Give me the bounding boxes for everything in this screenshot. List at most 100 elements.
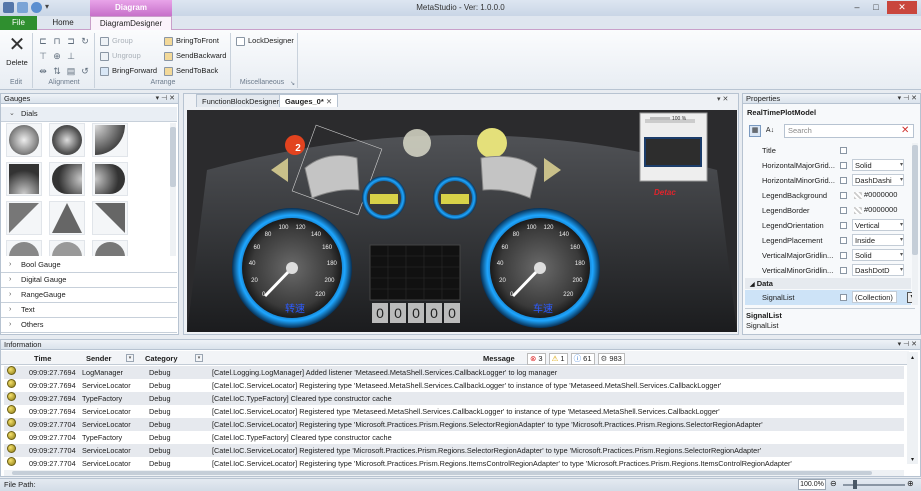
- category-range-gauge[interactable]: › RangeGauge: [1, 288, 177, 303]
- warning-filter-button[interactable]: ⚠ 1: [548, 353, 568, 365]
- property-checkbox[interactable]: [840, 294, 847, 301]
- property-row[interactable]: HorizontalMajorGrid... Solid ▾: [745, 158, 911, 173]
- property-search-input[interactable]: Search: [784, 124, 914, 138]
- property-checkbox[interactable]: [840, 147, 847, 154]
- sender-filter-icon[interactable]: ▾: [126, 354, 134, 362]
- align-middle-icon[interactable]: ⊕: [52, 51, 62, 61]
- panel-pin-icon[interactable]: ▾ ⊣ ✕: [898, 340, 917, 350]
- column-header-category[interactable]: Category: [145, 352, 178, 365]
- property-row[interactable]: LegendPlacement Inside ▾: [745, 233, 911, 248]
- property-row[interactable]: LegendOrientation Vertical ▾: [745, 218, 911, 233]
- dial-thumbnail[interactable]: [6, 240, 42, 256]
- dial-thumbnail[interactable]: [6, 123, 42, 157]
- send-to-back-button[interactable]: SendToBack: [164, 65, 218, 76]
- tab-file[interactable]: File: [0, 16, 37, 30]
- dial-thumbnail[interactable]: [92, 201, 128, 235]
- ungroup-button[interactable]: Ungroup: [100, 50, 141, 61]
- distribute-vertical-icon[interactable]: ⇅: [52, 66, 62, 76]
- panel-pin-icon[interactable]: ▾ ⊣ ✕: [898, 94, 917, 104]
- tab-diagram-designer[interactable]: DiagramDesigner: [90, 16, 172, 30]
- close-tab-icon[interactable]: ✕: [326, 97, 332, 106]
- log-row[interactable]: 09:09:27.7694 ServiceLocator Debug [Catel.I…: [4, 405, 904, 418]
- maximize-icon[interactable]: □: [867, 1, 885, 14]
- property-checkbox[interactable]: [840, 267, 847, 274]
- log-row[interactable]: 09:09:27.7704 TypeFactory Debug [Catel.IoC.…: [4, 431, 904, 444]
- property-value-select[interactable]: Solid ▾: [852, 249, 904, 261]
- zoom-out-icon[interactable]: ⊖: [830, 479, 837, 489]
- dialog-launcher-icon[interactable]: ↘: [290, 80, 295, 87]
- property-row-selected[interactable]: SignalList(Collection)▾: [745, 290, 917, 305]
- error-filter-button[interactable]: ⊗ 3: [527, 353, 546, 365]
- tab-home[interactable]: Home: [40, 16, 86, 30]
- property-checkbox[interactable]: [840, 207, 847, 214]
- property-value-select[interactable]: Vertical ▾: [852, 219, 904, 231]
- dial-thumbnail[interactable]: [92, 240, 128, 256]
- align-top-icon[interactable]: ⊤: [38, 51, 48, 61]
- info-filter-button[interactable]: ⓘ 61: [570, 353, 595, 365]
- align-right-icon[interactable]: ⊐: [66, 36, 76, 46]
- category-others[interactable]: › Others: [1, 318, 177, 333]
- clear-search-icon[interactable]: ✕: [901, 124, 909, 138]
- category-bool-gauge[interactable]: › Bool Gauge: [1, 258, 177, 273]
- column-header-sender[interactable]: Sender: [86, 352, 111, 365]
- category-text[interactable]: › Text: [1, 303, 177, 318]
- property-category-data[interactable]: ◢ Data: [745, 278, 911, 289]
- bring-forward-button[interactable]: BringForward: [100, 65, 157, 76]
- property-value-select[interactable]: Inside ▾: [852, 234, 904, 246]
- property-checkbox[interactable]: [840, 252, 847, 259]
- zoom-in-icon[interactable]: ⊕: [907, 479, 914, 489]
- property-row[interactable]: LegendBackground #0000000: [745, 188, 911, 203]
- sort-alpha-icon[interactable]: A↓: [764, 125, 776, 137]
- property-color-value[interactable]: #0000000: [852, 189, 904, 201]
- category-digital-gauge[interactable]: › Digital Gauge: [1, 273, 177, 288]
- same-size-icon[interactable]: ▤: [66, 66, 76, 76]
- property-row[interactable]: HorizontalMinorGrid... DashDashi ▾: [745, 173, 911, 188]
- scroll-up-icon[interactable]: ▴: [907, 354, 918, 361]
- lock-designer-checkbox[interactable]: LockDesigner: [236, 35, 294, 46]
- align-left-icon[interactable]: ⊏: [38, 36, 48, 46]
- log-row[interactable]: 09:09:27.7694 TypeFactory Debug [Catel.IoC.…: [4, 392, 904, 405]
- scroll-down-icon[interactable]: ▾: [907, 456, 918, 463]
- property-collection-value[interactable]: (Collection): [852, 291, 897, 303]
- dial-thumbnail[interactable]: [92, 162, 128, 196]
- log-scrollbar[interactable]: ▴ ▾: [907, 352, 918, 464]
- dial-thumbnail[interactable]: [92, 123, 128, 157]
- dials-category[interactable]: ⌄ Dials: [1, 107, 177, 122]
- dial-thumbnail[interactable]: [49, 201, 85, 235]
- designer-canvas[interactable]: [187, 110, 737, 332]
- dial-thumbnail[interactable]: [49, 240, 85, 256]
- doc-tab-menu-icon[interactable]: ▾ ✕: [717, 95, 728, 103]
- log-horizontal-scrollbar[interactable]: [4, 470, 904, 476]
- category-filter-icon[interactable]: ▾: [195, 354, 203, 362]
- minimize-icon[interactable]: –: [848, 1, 866, 14]
- property-checkbox[interactable]: [840, 177, 847, 184]
- align-center-icon[interactable]: ⊓: [52, 36, 62, 46]
- property-row[interactable]: VerticalMajorGridlin... Solid ▾: [745, 248, 911, 263]
- doc-tab-gauges[interactable]: Gauges_0* ✕: [279, 94, 339, 107]
- properties-scrollbar[interactable]: [912, 143, 918, 305]
- log-row[interactable]: 09:09:27.7694 LogManager Debug [Catel.Loggi…: [4, 366, 904, 379]
- log-row[interactable]: 09:09:27.7704 ServiceLocator Debug [Catel.I…: [4, 444, 904, 457]
- bring-to-front-button[interactable]: BringToFront: [164, 35, 219, 46]
- dial-thumbnail[interactable]: [49, 123, 85, 157]
- rotate-ccw-icon[interactable]: ↺: [80, 66, 90, 76]
- property-row[interactable]: Title: [745, 143, 911, 158]
- property-row[interactable]: LegendBorder #0000000: [745, 203, 911, 218]
- dial-thumbnail[interactable]: [49, 162, 85, 196]
- property-row[interactable]: VerticalMinorGridlin... DashDotD ▾: [745, 263, 911, 278]
- property-value-select[interactable]: DashDashi ▾: [852, 174, 904, 186]
- panel-pin-icon[interactable]: ▾ ⊣ ✕: [156, 94, 175, 104]
- column-header-message[interactable]: Message: [483, 352, 515, 365]
- dial-thumbnail[interactable]: [6, 162, 42, 196]
- column-header-time[interactable]: Time: [34, 352, 51, 365]
- doc-tab-function-block[interactable]: FunctionBlockDesigner: [196, 94, 286, 107]
- close-icon[interactable]: ✕: [887, 1, 917, 14]
- property-checkbox[interactable]: [840, 222, 847, 229]
- zoom-slider-thumb[interactable]: [853, 480, 857, 489]
- rotate-icon[interactable]: ↻: [80, 36, 90, 46]
- categorized-icon[interactable]: ▦: [749, 125, 761, 137]
- property-checkbox[interactable]: [840, 162, 847, 169]
- send-backward-button[interactable]: SendBackward: [164, 50, 226, 61]
- debug-filter-button[interactable]: ⚙ 983: [597, 353, 625, 365]
- property-value-select[interactable]: DashDotD ▾: [852, 264, 904, 276]
